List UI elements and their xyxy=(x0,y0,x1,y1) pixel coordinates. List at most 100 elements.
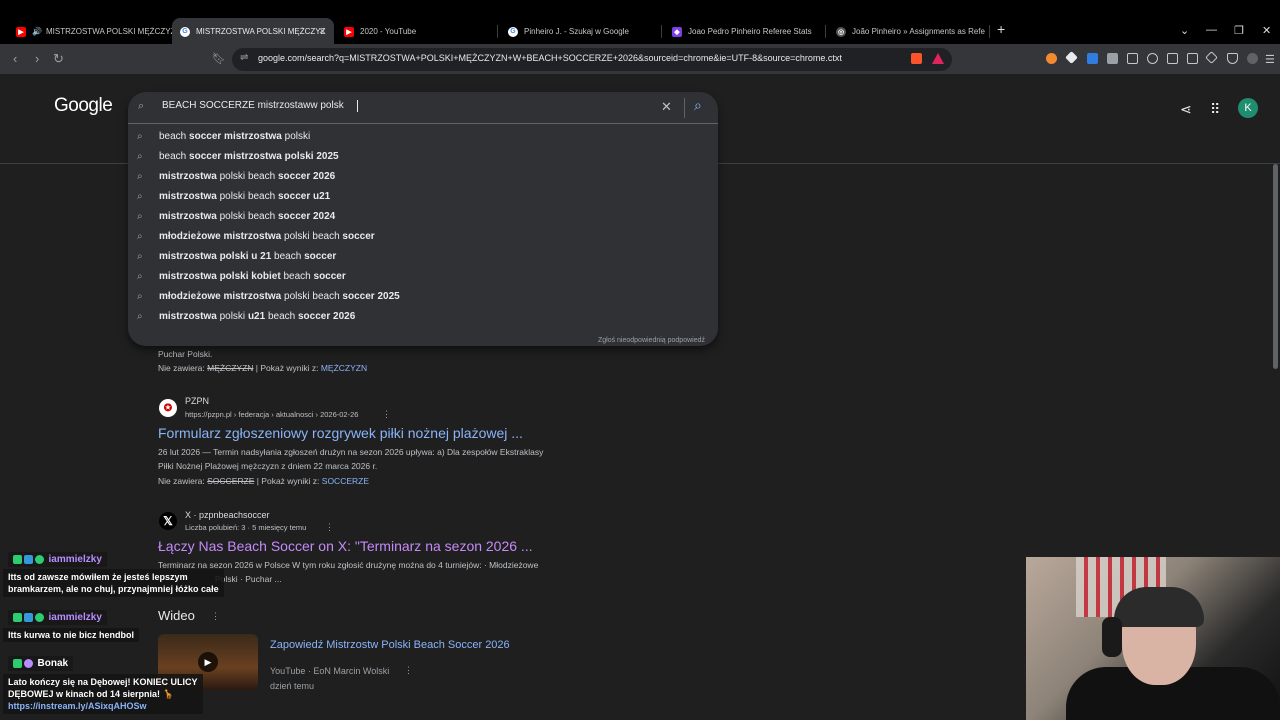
webcam-person-cap xyxy=(1114,587,1204,627)
search-input[interactable]: BEACH SOCCERZE mistrzostaww polsk xyxy=(162,100,344,111)
media-icon[interactable] xyxy=(1147,53,1158,64)
forward-icon[interactable]: › xyxy=(35,51,39,67)
suggestion-item[interactable]: ⌕ mistrzostwa polski beach soccer u21 xyxy=(128,186,718,206)
suggestion-item[interactable]: ⌕ mistrzostwa polski kobiet beach soccer xyxy=(128,266,718,286)
back-icon[interactable]: ‹ xyxy=(13,51,17,67)
tab-referee-stats[interactable]: ◆ Joao Pedro Pinheiro Referee Stats xyxy=(664,18,826,45)
bookmarks-panel-icon[interactable] xyxy=(1167,53,1178,64)
suggestion-item[interactable]: ⌕ mistrzostwa polski beach soccer 2024 xyxy=(128,206,718,226)
close-tab-icon[interactable]: ✕ xyxy=(318,26,326,37)
result-cite: Liczba polubień: 3 · 5 miesięcy temu xyxy=(185,523,307,532)
minimize-icon[interactable]: — xyxy=(1206,24,1217,36)
wallet-icon[interactable] xyxy=(1247,53,1258,64)
search-icon: ⌕ xyxy=(137,290,143,302)
result-site-name: X · pzpnbeachsoccer xyxy=(185,510,270,520)
site-settings-icon[interactable]: ⇌ xyxy=(240,52,248,63)
chat-link[interactable]: https://instream.ly/ASixqAHOSw xyxy=(8,700,198,712)
tab-search-chevron-icon[interactable]: ⌄ xyxy=(1180,24,1189,37)
more-options-icon[interactable]: ⋮ xyxy=(325,522,334,533)
search-icon: ⌕ xyxy=(137,310,143,322)
tab-google-search-active[interactable]: G MISTRZOSTWA POLSKI MĘŻCZYZ ✕ xyxy=(172,18,334,45)
new-tab-icon[interactable]: + xyxy=(997,21,1005,37)
suggestion-item[interactable]: ⌕ mistrzostwa polski u21 beach soccer 202… xyxy=(128,306,718,326)
search-icon: ⌕ xyxy=(137,250,143,262)
result-snippet: Piłki Nożnej Plażowej mężczyzn z dniem 2… xyxy=(158,461,378,471)
chat-username: iammielzky xyxy=(48,554,102,565)
play-icon[interactable]: ▶ xyxy=(198,652,218,672)
tab-assignments[interactable]: ◎ João Pinheiro » Assignments as Refe xyxy=(828,18,990,45)
suggestion-item[interactable]: ⌕ beach soccer mistrzostwa polski xyxy=(128,126,718,146)
vpn-icon[interactable] xyxy=(1227,53,1238,64)
address-bar[interactable]: ⇌ google.com/search?q=MISTRZOSTWA+POLSKI… xyxy=(232,48,952,71)
tab-youtube-2020[interactable]: ▶ 2020 - YouTube xyxy=(336,18,498,45)
suggestion-item[interactable]: ⌕ młodzieżowe mistrzostwa polski beach so… xyxy=(128,226,718,246)
result-cite: https://pzpn.pl › federacja › aktualnosc… xyxy=(185,410,359,419)
result-title-link[interactable]: Łączy Nas Beach Soccer on X: "Terminarz … xyxy=(158,538,533,554)
speaker-icon[interactable]: 🔊 xyxy=(32,27,42,36)
reload-icon[interactable]: ↻ xyxy=(53,51,64,67)
show-results-link[interactable]: SOCCERZE xyxy=(322,476,369,486)
apps-grid-icon[interactable]: ⠿ xyxy=(1210,101,1220,118)
result-title-link[interactable]: Formularz zgłoszeniowy rozgrywek piłki n… xyxy=(158,425,523,441)
chat-username-row: iammielzky xyxy=(8,610,107,625)
suggestion-text: mistrzostwa polski beach soccer 2026 xyxy=(159,170,336,182)
search-icon: ⌕ xyxy=(137,230,143,242)
extensions-puzzle-icon[interactable] xyxy=(1127,53,1138,64)
suggestion-item[interactable]: ⌕ beach soccer mistrzostwa polski 2025 xyxy=(128,146,718,166)
extension-diamond-icon[interactable] xyxy=(1065,51,1078,64)
leo-ai-icon[interactable] xyxy=(1205,51,1218,64)
search-icon: ⌕ xyxy=(137,270,143,282)
suggestion-item[interactable]: ⌕ mistrzostwa polski beach soccer 2026 xyxy=(128,166,718,186)
more-options-icon[interactable]: ⋮ xyxy=(382,409,391,420)
more-options-icon[interactable]: ⋮ xyxy=(211,611,220,622)
pzpn-favicon: ✪ xyxy=(159,399,177,417)
tab-label: MISTRZOSTWA POLSKI MĘŻCZYZ xyxy=(45,27,173,36)
search-icon: ⌕ xyxy=(137,150,143,162)
tab-label: 2020 - YouTube xyxy=(360,27,417,36)
chat-username: Bonak xyxy=(37,658,69,669)
suggestion-text: mistrzostwa polski beach soccer 2024 xyxy=(159,210,336,222)
suggestion-text: mistrzostwa polski u 21 beach soccer xyxy=(159,250,337,262)
suggestion-text: młodzieżowe mistrzostwa polski beach soc… xyxy=(159,290,400,302)
suggestion-text: młodzieżowe mistrzostwa polski beach soc… xyxy=(159,230,375,242)
search-icon: ⌕ xyxy=(137,130,143,142)
google-icon: G xyxy=(508,26,518,37)
extension-orange-icon[interactable] xyxy=(1046,53,1057,64)
video-section-heading: Wideo xyxy=(158,608,195,623)
close-window-icon[interactable]: ✕ xyxy=(1262,24,1271,37)
video-title-link[interactable]: Zapowiedź Mistrzostw Polski Beach Soccer… xyxy=(270,639,510,651)
extension-translate-icon[interactable] xyxy=(1087,53,1098,64)
menu-icon[interactable]: ☰ xyxy=(1265,52,1275,68)
youtube-icon: ▶ xyxy=(16,26,26,37)
tab-label: Joao Pedro Pinheiro Referee Stats xyxy=(688,27,812,36)
brave-rewards-icon[interactable] xyxy=(932,53,944,64)
bookmark-icon[interactable]: 🔖︎ xyxy=(212,51,226,67)
tab-google-pinheiro[interactable]: G Pinheiro J. - Szukaj w Google xyxy=(500,18,662,45)
chat-username-row: iammielzky xyxy=(8,552,107,567)
scrollbar[interactable] xyxy=(1273,164,1278,369)
youtube-icon: ▶ xyxy=(344,26,354,37)
tab-youtube-mistrzostwa[interactable]: ▶ 🔊 MISTRZOSTWA POLSKI MĘŻCZYZ xyxy=(8,18,173,45)
tab-strip: ▶ 🔊 MISTRZOSTWA POLSKI MĘŻCZYZ G MISTRZO… xyxy=(0,0,1280,45)
clear-search-icon[interactable]: ✕ xyxy=(661,99,672,115)
video-age: dzień temu xyxy=(270,681,315,691)
shield-icon: ◆ xyxy=(672,26,682,37)
extension-tools-icon[interactable] xyxy=(1107,53,1118,64)
suggestion-item[interactable]: ⌕ mistrzostwa polski u 21 beach soccer xyxy=(128,246,718,266)
report-suggestion-link[interactable]: Zgłoś nieodpowiednią podpowiedź xyxy=(598,337,705,344)
url-text[interactable]: google.com/search?q=MISTRZOSTWA+POLSKI+M… xyxy=(258,53,842,63)
google-logo[interactable]: Google xyxy=(54,95,113,117)
show-results-link[interactable]: MĘŻCZYZN xyxy=(321,363,367,373)
share-icon[interactable]: ⋖ xyxy=(1180,101,1192,118)
brave-shield-icon[interactable] xyxy=(911,53,922,64)
search-submit-icon[interactable]: ⌕ xyxy=(694,97,702,114)
more-options-icon[interactable]: ⋮ xyxy=(404,665,413,676)
result-snippet: Puchar Polski. xyxy=(158,349,213,359)
suggestion-item[interactable]: ⌕ młodzieżowe mistrzostwa polski beach so… xyxy=(128,286,718,306)
missing-terms-line: Nie zawiera: MĘŻCZYZN | Pokaż wyniki z: … xyxy=(158,363,368,373)
account-avatar[interactable]: K xyxy=(1238,98,1258,118)
google-icon: G xyxy=(180,26,190,37)
search-icon: ⌕ xyxy=(137,170,143,182)
maximize-icon[interactable]: ❐ xyxy=(1234,24,1244,37)
reading-list-icon[interactable] xyxy=(1187,53,1198,64)
